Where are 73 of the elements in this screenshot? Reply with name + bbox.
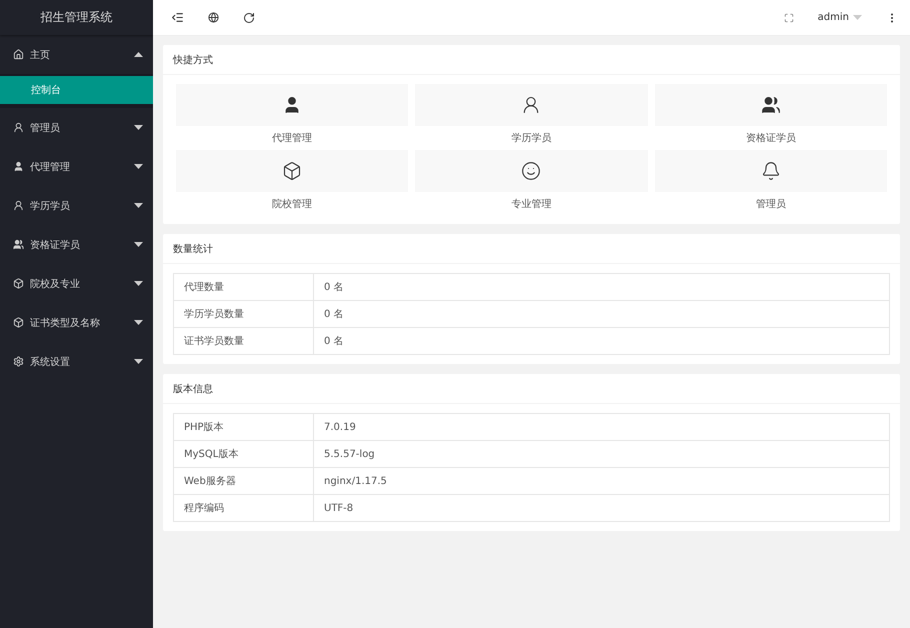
nav-item[interactable]: 系统设置 bbox=[0, 342, 153, 381]
shortcut-label[interactable]: 学历学员 bbox=[511, 126, 552, 149]
caret-down-icon bbox=[134, 281, 143, 286]
shortcut-label[interactable]: 资格证学员 bbox=[746, 126, 796, 149]
shortcut-label[interactable]: 院校管理 bbox=[272, 192, 312, 215]
users-icon bbox=[13, 239, 24, 250]
person-icon bbox=[13, 161, 24, 172]
caret-down-icon bbox=[134, 320, 143, 325]
nav-item[interactable]: 资格证学员 bbox=[0, 225, 153, 264]
caret-down-icon bbox=[134, 164, 143, 169]
nav-label: 管理员 bbox=[30, 122, 61, 134]
card-title: 数量统计 bbox=[163, 234, 900, 264]
home-icon bbox=[13, 49, 24, 60]
table-cell: UTF-8 bbox=[314, 494, 890, 522]
settings-icon bbox=[13, 356, 24, 367]
caret-down-icon bbox=[134, 203, 143, 208]
table-cell: 0 名 bbox=[314, 274, 890, 300]
nav-label: 资格证学员 bbox=[30, 238, 81, 252]
shortcut-tile[interactable] bbox=[415, 150, 648, 192]
smile-icon bbox=[521, 161, 542, 181]
table-cell: MySQL版本 bbox=[174, 440, 314, 468]
app-title: 招生管理系统 bbox=[0, 0, 153, 35]
shortcut-tile[interactable] bbox=[176, 84, 408, 126]
shortcut-tile[interactable] bbox=[654, 150, 887, 192]
nav-item[interactable]: 管理员 bbox=[0, 108, 153, 147]
shortcut-tile[interactable] bbox=[415, 84, 648, 126]
cube-icon bbox=[13, 317, 24, 328]
bell-icon bbox=[760, 161, 781, 181]
card-title: 快捷方式 bbox=[163, 45, 900, 75]
table-cell: 证书学员数量 bbox=[174, 328, 314, 354]
table-cell: 程序编码 bbox=[174, 494, 314, 522]
cube-icon bbox=[13, 278, 24, 289]
fullscreen-icon[interactable] bbox=[784, 12, 794, 22]
table-cell: 0 名 bbox=[314, 328, 890, 354]
table-cell: 5.5.57-log bbox=[314, 440, 890, 468]
cube-icon bbox=[282, 161, 302, 181]
nav-item[interactable]: 代理管理 bbox=[0, 147, 153, 186]
nav-label: 代理管理 bbox=[30, 160, 71, 174]
caret-down-icon bbox=[134, 242, 143, 247]
nav-label: 院校及专业 bbox=[30, 278, 81, 290]
globe-icon[interactable] bbox=[208, 12, 219, 23]
table-cell: nginx/1.17.5 bbox=[314, 468, 890, 494]
caret-up-icon bbox=[134, 52, 143, 57]
shortcut-tile[interactable] bbox=[176, 150, 408, 192]
menu-icon[interactable] bbox=[171, 11, 184, 24]
table-cell: Web服务器 bbox=[174, 468, 314, 494]
user-icon bbox=[13, 122, 24, 133]
nav-label: 主页 bbox=[30, 48, 51, 62]
table-cell: 学历学员数量 bbox=[174, 300, 314, 328]
nav-item[interactable]: 院校及专业 bbox=[0, 264, 153, 303]
user-icon bbox=[13, 200, 24, 211]
shortcut-label[interactable]: 代理管理 bbox=[272, 126, 312, 149]
caret-down-icon bbox=[134, 359, 143, 364]
shortcut-tile[interactable] bbox=[654, 84, 887, 126]
nav-item[interactable]: 主页 bbox=[0, 35, 153, 74]
refresh-icon[interactable] bbox=[243, 12, 255, 24]
caret-down-icon bbox=[853, 15, 862, 20]
user-menu[interactable]: admin bbox=[818, 12, 862, 23]
table-cell: 代理数量 bbox=[174, 274, 314, 300]
nav-item[interactable]: 学历学员 bbox=[0, 186, 153, 225]
nav-label: 学历学员 bbox=[30, 200, 71, 212]
table-cell: PHP版本 bbox=[174, 414, 314, 440]
table-cell: 7.0.19 bbox=[314, 414, 890, 440]
nav-label: 证书类型及名称 bbox=[30, 316, 101, 330]
nav-label: 系统设置 bbox=[30, 356, 71, 368]
users-icon bbox=[760, 95, 781, 115]
table-cell: 0 名 bbox=[314, 300, 890, 328]
shortcut-label[interactable]: 管理员 bbox=[756, 192, 786, 215]
nav-item[interactable]: 证书类型及名称 bbox=[0, 303, 153, 342]
caret-down-icon bbox=[134, 125, 143, 130]
nav-subitem[interactable]: 控制台 bbox=[0, 76, 153, 104]
card-title: 版本信息 bbox=[163, 374, 900, 404]
shortcut-label[interactable]: 专业管理 bbox=[511, 192, 552, 215]
